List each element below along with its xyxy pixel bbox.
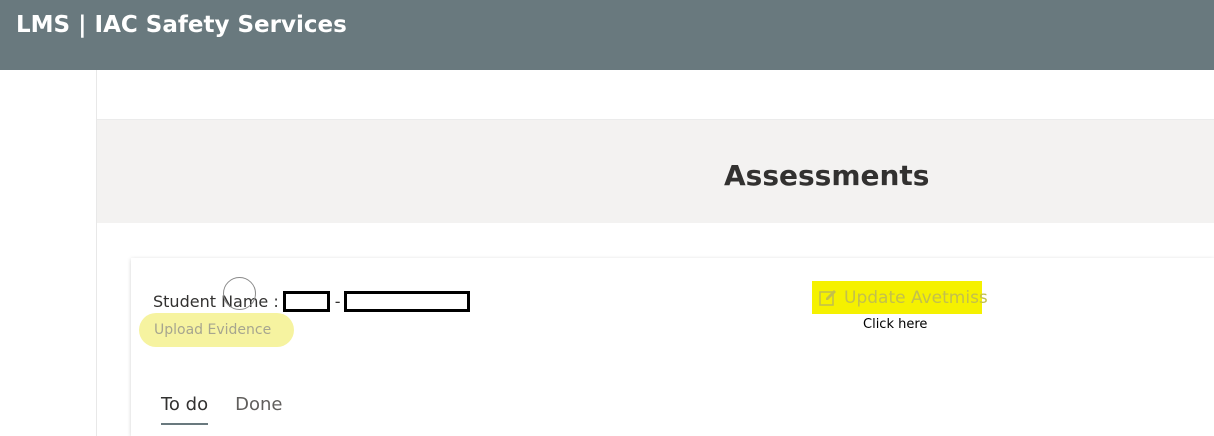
tab-to-do[interactable]: To do — [161, 394, 209, 425]
click-here-note: Click here — [863, 317, 928, 332]
redacted-student-name — [343, 290, 470, 312]
app-header: LMS | IAC Safety Services — [0, 0, 1214, 70]
left-navigation-rail — [0, 70, 97, 436]
page-hero: Assessments — [97, 120, 1214, 223]
student-name-label: Student Name : — [153, 291, 279, 311]
update-avetmiss-label: Update Avetmiss — [844, 287, 988, 308]
update-avetmiss-button[interactable]: Update Avetmiss — [812, 281, 988, 314]
tab-done[interactable]: Done — [235, 394, 282, 425]
name-separator: - — [334, 291, 341, 311]
assessment-tabs: To do Done — [161, 394, 282, 425]
edit-icon — [818, 287, 838, 309]
redacted-student-id — [282, 290, 330, 312]
app-title[interactable]: LMS | IAC Safety Services — [16, 12, 347, 38]
page-title: Assessments — [724, 159, 930, 192]
upload-evidence-button[interactable]: Upload Evidence — [139, 313, 294, 347]
main-top-strip — [97, 70, 1214, 120]
mouse-cursor-indicator — [223, 277, 256, 310]
student-name-row: Student Name : - — [153, 287, 470, 315]
assessment-card: Student Name : - Upload Evidence Update … — [131, 258, 1214, 436]
